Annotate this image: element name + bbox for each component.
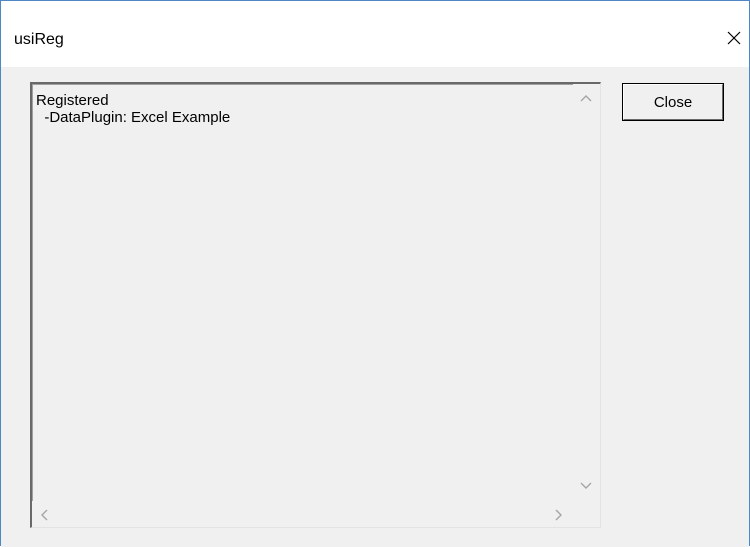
dialog-client-area: Registered -DataPlugin: Excel Example Cl… xyxy=(1,67,749,547)
window-close-button[interactable] xyxy=(719,23,749,53)
chevron-down-icon[interactable] xyxy=(580,482,592,490)
window-title: usiReg xyxy=(14,31,64,48)
list-item: Registered xyxy=(36,92,109,109)
chevron-left-icon[interactable] xyxy=(40,509,48,521)
chevron-right-icon[interactable] xyxy=(555,509,563,521)
listbox-text: Registered -DataPlugin: Excel Example xyxy=(36,92,230,126)
close-icon xyxy=(727,31,741,45)
close-button[interactable]: Close xyxy=(622,83,724,121)
horizontal-scrollbar[interactable] xyxy=(32,501,573,527)
scrollbar-corner xyxy=(573,501,600,527)
list-item: -DataPlugin: Excel Example xyxy=(36,109,231,126)
output-listbox[interactable]: Registered -DataPlugin: Excel Example xyxy=(30,82,601,528)
title-bar[interactable]: usiReg xyxy=(1,1,749,67)
vertical-scrollbar[interactable] xyxy=(573,84,600,500)
chevron-up-icon[interactable] xyxy=(580,94,592,102)
dialog-window: usiReg Registered -DataPlugin: Excel Exa… xyxy=(0,0,750,547)
